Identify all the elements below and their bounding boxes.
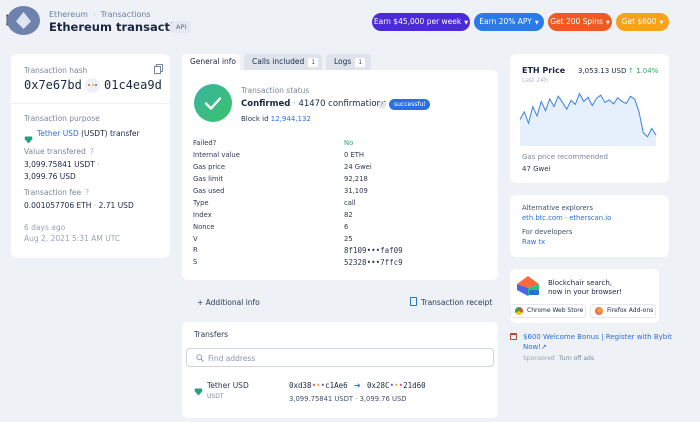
detail-row: Gas used 31,109	[193, 187, 368, 195]
search-icon	[196, 354, 204, 362]
transfers-card	[182, 322, 498, 418]
promo-spins-button[interactable]: Get 200 Spins ▼	[548, 13, 612, 31]
fee-label: Transaction fee?	[24, 188, 90, 197]
detail-row: S 52328•••7ffc9	[193, 258, 403, 267]
help-icon[interactable]: ?	[378, 101, 386, 109]
explorer-links[interactable]: eth.btc.com · etherscan.io	[522, 214, 611, 222]
api-badge[interactable]: API	[171, 21, 192, 33]
tether-icon	[194, 381, 203, 396]
explorers-title: Alternative explorers	[522, 204, 594, 212]
breadcrumb-ethereum[interactable]: Ethereum	[49, 10, 88, 19]
purpose-label: Transaction purpose	[24, 114, 100, 123]
status-badge: successful	[389, 99, 431, 110]
transfer-token-symbol: USDT	[207, 393, 224, 400]
hash-dots-icon	[85, 78, 100, 93]
tab-calls-included[interactable]: Calls included 1	[244, 54, 322, 70]
block-id-link[interactable]: 12,944,132	[271, 115, 311, 123]
help-icon[interactable]: ?	[90, 147, 94, 156]
chrome-web-store-button[interactable]: Chrome Web Store	[510, 304, 586, 318]
help-icon[interactable]: ?	[85, 188, 89, 197]
purpose-token-link[interactable]: Tether USD	[37, 129, 79, 138]
promo-earn-45000-button[interactable]: Earn $45,000 per week ▼	[372, 13, 470, 31]
sponsored-label: Sponsored	[523, 355, 555, 362]
detail-row: Gas price 24 Gwei	[193, 163, 372, 171]
tab-logs[interactable]: Logs 1	[326, 54, 371, 70]
tab-general-info[interactable]: General info	[182, 54, 240, 70]
eth-price-range: Last 24h	[522, 77, 548, 84]
value-amount: 3,099.75841 USDT ·	[24, 160, 100, 169]
firefox-addons-button[interactable]: Firefox Add-ons	[590, 304, 656, 318]
eth-price-change: ↑ 1.04%	[628, 67, 659, 75]
hash-end[interactable]: 01c4ea9d	[104, 78, 162, 92]
bybit-bonus-link[interactable]: $600 Welcome Bonus | Register with Bybit	[523, 333, 672, 341]
promo-get-600-button[interactable]: Get $600 ▼	[616, 13, 669, 31]
value-label: Value transfered?	[24, 147, 94, 156]
transfer-to-address[interactable]: 0x28C•••21d60	[367, 381, 426, 390]
detail-row: Nonce 6	[193, 223, 349, 231]
detail-row: Internal value 0 ETH	[193, 151, 365, 159]
detail-row: Type call	[193, 199, 356, 207]
detail-row: R 8f109•••faf09	[193, 246, 403, 255]
find-address-placeholder: Find address	[208, 354, 256, 363]
breadcrumb-transactions[interactable]: Transactions	[101, 10, 151, 19]
arrow-right-icon: ➔	[354, 381, 361, 390]
transfer-token-link[interactable]: Tether USD	[207, 381, 249, 390]
eth-price-title: ETH Price	[522, 66, 566, 75]
turn-off-ads-link[interactable]: Turn off ads	[559, 355, 594, 362]
hash-start[interactable]: 0x7e67bd	[24, 78, 82, 92]
additional-info-button[interactable]: + Additional info	[197, 298, 260, 307]
promo-earn-apy-button[interactable]: Earn 20% APY ▼	[474, 13, 544, 31]
block-line: Block id 12,944,132	[241, 115, 311, 123]
eth-price-value: 3,053.13 USD	[578, 67, 627, 75]
chrome-icon	[515, 307, 523, 315]
status-line: Confirmed · 41470 confirmations	[241, 99, 387, 109]
tx-age: 6 days ago	[24, 223, 66, 232]
firefox-icon	[595, 307, 603, 315]
calendar-icon	[510, 333, 517, 340]
detail-row: Gas limit 92,218	[193, 175, 368, 183]
find-address-input[interactable]: Find address	[186, 348, 494, 367]
page-title: Ethereum transaction	[49, 20, 191, 34]
eth-price-chart	[520, 92, 657, 146]
transfer-from-address[interactable]: 0xd38•••c1Ae6	[289, 381, 348, 390]
ad-text-1: Blockchair search,	[548, 279, 613, 287]
transfer-amount: 3,099.75841 USDT · 3,099.76 USD	[289, 395, 407, 403]
raw-tx-link[interactable]: Raw tx	[522, 238, 545, 246]
breadcrumb: Ethereum · Transactions	[49, 10, 151, 19]
tx-date: Aug 2, 2021 5:31 AM UTC	[24, 234, 121, 243]
transfers-title: Transfers	[194, 330, 229, 339]
ad-text-2: now in your browser!	[548, 288, 623, 296]
status-label: Transaction status	[241, 86, 310, 95]
ethereum-logo-icon	[7, 6, 40, 35]
transaction-summary-card: Transaction hash 0x7e67bd 01c4ea9d Trans…	[11, 54, 170, 258]
detail-row: V 25	[193, 235, 353, 243]
separator-dot: ·	[553, 355, 555, 362]
detail-row: Failed? No	[193, 139, 354, 147]
blockchair-ad-icon	[515, 275, 541, 297]
developers-title: For developers	[522, 228, 573, 236]
gas-price-value: 47 Gwei	[522, 165, 551, 173]
purpose-rest: (USDT) transfer	[81, 129, 140, 138]
gas-price-label: Gas price recommended	[522, 153, 608, 161]
receipt-icon	[410, 297, 417, 306]
value-usd: 3,099.76 USD	[24, 172, 76, 181]
detail-row: Index 82	[193, 211, 353, 219]
bybit-bonus-link-2[interactable]: Now!↗	[523, 343, 547, 351]
success-check-icon	[194, 84, 232, 122]
transaction-receipt-button[interactable]: Transaction receipt	[421, 298, 492, 307]
hash-label: Transaction hash	[24, 66, 88, 75]
fee-values: 0.001057706 ETH · 2.71 USD	[24, 201, 134, 210]
copy-icon[interactable]	[154, 59, 163, 74]
tether-icon	[24, 129, 33, 144]
